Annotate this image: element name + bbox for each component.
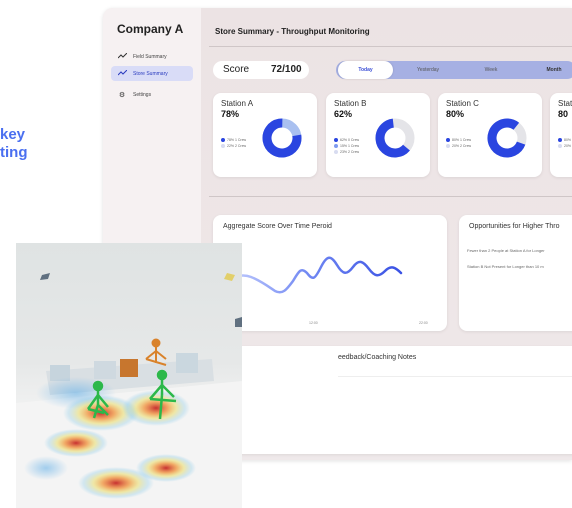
score-box: Score 72/100 bbox=[213, 61, 309, 79]
station-percent: 80 bbox=[558, 109, 569, 119]
legend-entry: 22% 2 Crew bbox=[227, 144, 247, 148]
legend-entry: 20% bbox=[564, 144, 572, 148]
station-percent: 78% bbox=[221, 109, 240, 119]
tab-week[interactable]: Week bbox=[462, 61, 520, 79]
legend-entry: 80% 1 Crew bbox=[452, 138, 472, 142]
station-legend: 80% 1 Crew 20% 2 Crew bbox=[446, 137, 471, 149]
station-name: Station B bbox=[334, 99, 367, 108]
legend-entry: 62% 0 Crew bbox=[340, 138, 360, 142]
station-donut-chart bbox=[262, 118, 302, 158]
sidebar-item-label: Settings bbox=[133, 91, 152, 98]
station-name: Station A bbox=[221, 99, 254, 108]
score-label: Score bbox=[223, 64, 250, 75]
score-value: 72/100 bbox=[271, 64, 302, 75]
station-percent: 80% bbox=[446, 109, 465, 119]
gear-icon: ⚙ bbox=[118, 91, 126, 99]
notes-title: eedback/Coaching Notes bbox=[338, 354, 417, 361]
section-divider bbox=[209, 196, 572, 197]
legend-entry: 15% 1 Crew bbox=[340, 144, 360, 148]
aggregate-score-card: Aggregate Score Over Time Peroid 100% 12… bbox=[213, 215, 447, 331]
person-skeleton-icon bbox=[145, 338, 167, 366]
sidebar-item-settings[interactable]: ⚙ Settings bbox=[111, 87, 193, 102]
trend-icon bbox=[117, 69, 127, 78]
station-donut-chart bbox=[375, 118, 415, 158]
sidebar-item-store-summary[interactable]: Store Summary bbox=[111, 66, 193, 81]
opportunity-item: Station B Not Present for Longer than 10… bbox=[467, 264, 544, 269]
station-card-d: Stati 80 80% 20% bbox=[550, 93, 572, 177]
page-title: Store Summary - Throughput Monitoring bbox=[215, 27, 370, 36]
aggregate-line-chart bbox=[219, 256, 403, 294]
tab-today[interactable]: Today bbox=[338, 61, 393, 79]
legend-entry: 80% bbox=[564, 138, 572, 142]
heatmap-scene bbox=[16, 273, 242, 508]
legend-entry: 23% 2 Crew bbox=[340, 150, 360, 154]
opportunity-item: Fewer than 2 People at Station A for Lon… bbox=[467, 248, 545, 253]
trend-icon bbox=[117, 52, 127, 61]
legend-entry: 78% 1 Crew bbox=[227, 138, 247, 142]
station-legend: 80% 20% bbox=[558, 137, 571, 149]
time-range-tabs: Today Yesterday Week Month bbox=[336, 61, 572, 79]
station-percent: 62% bbox=[334, 109, 353, 119]
caption-text: key ting bbox=[0, 126, 28, 162]
station-legend: 62% 0 Crew 15% 1 Crew 23% 2 Crew bbox=[334, 137, 359, 155]
opportunities-card: Opportunities for Higher Thro Fewer than… bbox=[459, 215, 572, 331]
caption-line-1: key bbox=[0, 126, 26, 143]
store-heatmap-render bbox=[16, 243, 242, 508]
aggregate-series-line bbox=[219, 256, 403, 294]
header-divider bbox=[209, 46, 572, 47]
station-card-a: Station A 78% 78% 1 Crew 22% 2 Crew bbox=[213, 93, 317, 177]
sidebar-item-field-summary[interactable]: Field Summary bbox=[111, 49, 193, 64]
station-name: Stati bbox=[558, 99, 572, 108]
coaching-notes-card: eedback/Coaching Notes bbox=[213, 346, 572, 454]
station-name: Station C bbox=[446, 99, 479, 108]
sidebar-item-label: Store Summary bbox=[133, 70, 168, 77]
legend-entry: 20% 2 Crew bbox=[452, 144, 472, 148]
tab-month[interactable]: Month bbox=[526, 61, 572, 79]
brand-name: Company A bbox=[117, 22, 184, 36]
opportunities-title: Opportunities for Higher Thro bbox=[469, 223, 560, 230]
sidebar-item-label: Field Summary bbox=[133, 53, 167, 60]
station-donut-chart bbox=[487, 118, 527, 158]
notes-divider bbox=[338, 376, 572, 377]
station-legend: 78% 1 Crew 22% 2 Crew bbox=[221, 137, 246, 149]
caption-line-2: ting bbox=[0, 144, 28, 161]
tab-yesterday[interactable]: Yesterday bbox=[398, 61, 458, 79]
station-card-c: Station C 80% 80% 1 Crew 20% 2 Crew bbox=[438, 93, 542, 177]
station-card-b: Station B 62% 62% 0 Crew 15% 1 Crew 23% … bbox=[326, 93, 430, 177]
